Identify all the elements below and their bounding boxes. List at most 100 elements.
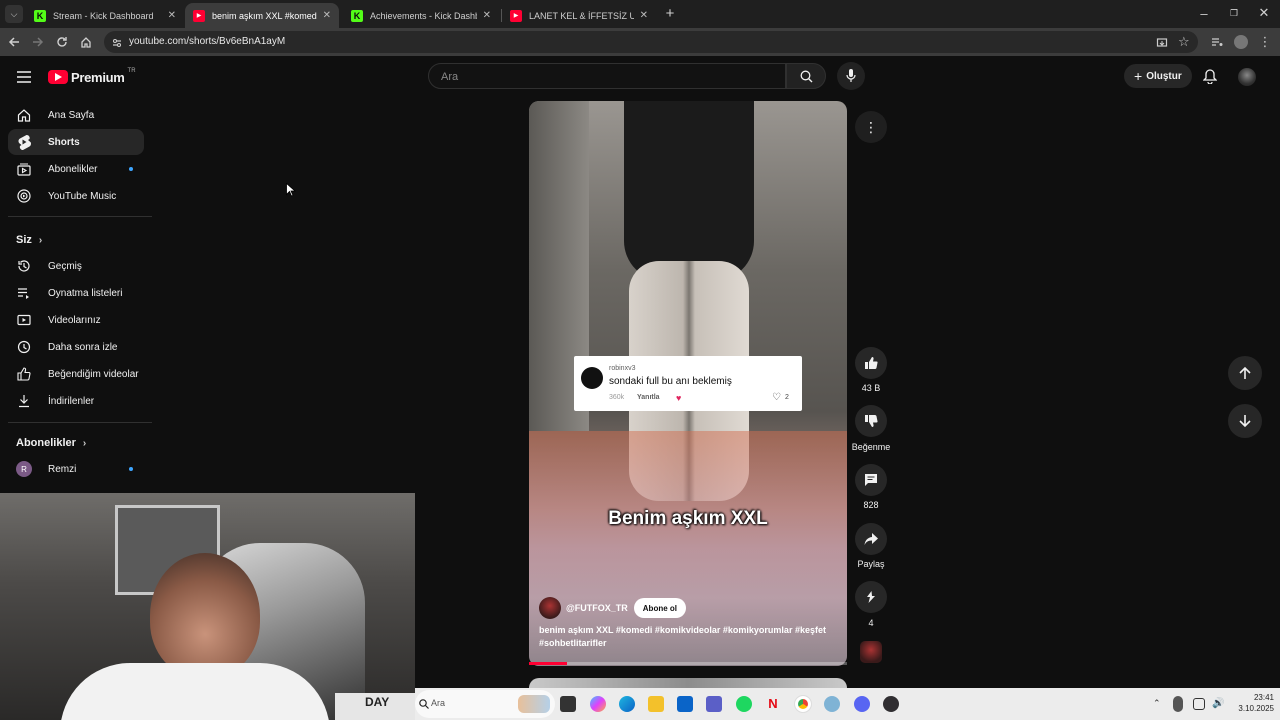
channel-avatar[interactable] [539, 597, 561, 619]
sidebar-item-shorts[interactable]: Shorts [8, 129, 144, 155]
previous-short-button[interactable] [1228, 356, 1262, 390]
sound-avatar[interactable] [860, 641, 882, 663]
search-button[interactable] [786, 63, 826, 89]
tab-achievements-kick[interactable]: K Achievements - Kick Dashboard ✕ [343, 3, 499, 28]
discord-icon[interactable] [854, 696, 870, 712]
microphone-tray-icon[interactable] [1173, 696, 1183, 712]
sidebar-item-playlists[interactable]: Oynatma listeleri [8, 280, 144, 306]
remix-button[interactable] [855, 581, 887, 613]
create-button[interactable]: + Oluştur [1124, 64, 1192, 88]
teams-icon[interactable] [706, 696, 722, 712]
site-info-icon[interactable] [111, 36, 123, 48]
taskbar-clock[interactable]: 23:41 3.10.2025 [1230, 692, 1274, 714]
tab-list-icon[interactable]: ⌵ [5, 5, 23, 23]
tab-stream-kick[interactable]: K Stream - Kick Dashboard ✕ [26, 3, 184, 28]
taskbar-search-placeholder: Ara [431, 698, 446, 708]
sidebar-item-subscriptions[interactable]: Abonelikler [8, 156, 144, 182]
comments-button[interactable] [855, 464, 887, 496]
close-icon[interactable]: ✕ [640, 10, 648, 21]
close-icon[interactable]: ✕ [168, 10, 176, 21]
arrow-up-icon [1239, 366, 1251, 379]
more-options-button[interactable]: ⋮ [855, 111, 887, 143]
obs-icon[interactable] [883, 696, 899, 712]
tab-youtube-video[interactable]: ▶ LANET KEL & İFFETSİZ UMUT - ✕ [502, 3, 656, 28]
browser-menu-icon[interactable]: ⋮ [1257, 34, 1273, 50]
new-content-dot [129, 467, 133, 471]
sidebar-section-you[interactable]: Siz › [16, 234, 42, 246]
restore-icon[interactable]: ❐ [1226, 5, 1242, 21]
search-input[interactable] [441, 69, 771, 84]
sidebar-item-liked-videos[interactable]: Beğendiğim videolar [8, 361, 144, 387]
back-arrow-icon[interactable] [6, 34, 22, 50]
comment-time: 360k [609, 394, 625, 401]
sidebar-item-watch-later[interactable]: Daha sonra izle [8, 334, 144, 360]
profile-avatar-icon[interactable] [1233, 34, 1249, 50]
app-icon[interactable] [824, 696, 840, 712]
tab-label: LANET KEL & İFFETSİZ UMUT - [529, 10, 634, 21]
tab-youtube-short[interactable]: ▶ benim aşkım XXL #komedi #kom ✕ [185, 3, 339, 28]
sidebar-item-downloads[interactable]: İndirilenler [8, 388, 144, 414]
creator-heart-icon: ♥ [676, 393, 682, 403]
account-avatar[interactable] [1238, 68, 1256, 86]
home-icon[interactable] [78, 34, 94, 50]
sidebar: Ana Sayfa Shorts Abonelikler YouTube Mus… [0, 98, 160, 494]
comment-count: 828 [863, 500, 879, 510]
sidebar-section-subscriptions[interactable]: Abonelikler › [16, 437, 86, 449]
liked-videos-icon [16, 366, 32, 382]
volume-icon[interactable]: 🔊 [1212, 698, 1224, 710]
outlook-icon[interactable] [677, 696, 693, 712]
voice-search-button[interactable] [837, 62, 865, 90]
kick-icon: K [34, 9, 46, 22]
sidebar-item-history[interactable]: Geçmiş [8, 253, 144, 279]
window-close-icon[interactable]: ✕ [1256, 5, 1272, 21]
tab-label: Stream - Kick Dashboard [53, 10, 154, 21]
remix-icon [867, 591, 875, 603]
close-icon[interactable]: ✕ [483, 10, 491, 21]
copilot-icon[interactable] [590, 696, 606, 712]
spotify-icon[interactable] [736, 696, 752, 712]
sidebar-item-your-videos[interactable]: Videolarınız [8, 307, 144, 333]
edge-icon[interactable] [619, 696, 635, 712]
task-view-icon[interactable] [560, 696, 576, 712]
subscribe-button[interactable]: Abone ol [633, 598, 686, 618]
your-videos-icon [16, 312, 32, 328]
share-button[interactable] [855, 523, 887, 555]
bookmark-star-icon[interactable]: ☆ [1178, 34, 1190, 50]
taskbar-search[interactable]: Ara [415, 690, 555, 718]
windows-taskbar: Ara N ⌃ 🔊 [415, 688, 1280, 720]
netflix-icon[interactable]: N [765, 696, 781, 712]
chrome-icon[interactable] [794, 695, 812, 713]
dislike-button[interactable] [855, 405, 887, 437]
history-icon [16, 258, 32, 274]
channel-handle[interactable]: @FUTFOX_TR [566, 603, 628, 613]
address-bar[interactable]: youtube.com/shorts/Bv6eBnA1ayM ☆ [104, 31, 1198, 53]
notifications-bell-icon[interactable] [1202, 69, 1218, 85]
new-tab-plus-icon[interactable]: + [662, 5, 678, 22]
like-button[interactable] [855, 347, 887, 379]
sidebar-item-home[interactable]: Ana Sayfa [8, 102, 144, 128]
reload-icon[interactable] [54, 34, 70, 50]
video-progress-bar[interactable] [529, 662, 847, 665]
watch-later-icon [16, 339, 32, 355]
next-short-button[interactable] [1228, 404, 1262, 438]
minimize-icon[interactable]: – [1196, 5, 1212, 21]
install-app-icon[interactable] [1156, 36, 1168, 48]
section-heading: Abonelikler [16, 437, 76, 449]
next-short-preview[interactable] [529, 678, 847, 688]
sidebar-item-label: Oynatma listeleri [48, 287, 123, 299]
clock-time: 23:41 [1253, 693, 1274, 702]
network-icon[interactable] [1193, 698, 1205, 710]
sidebar-item-channel-remzi[interactable]: R Remzi [8, 456, 144, 482]
media-controls-icon[interactable] [1209, 34, 1225, 50]
file-explorer-icon[interactable] [648, 696, 664, 712]
youtube-logo[interactable]: Premium TR [48, 68, 136, 85]
sidebar-item-youtube-music[interactable]: YouTube Music [8, 183, 144, 209]
forward-arrow-icon[interactable] [30, 34, 46, 50]
sidebar-divider [8, 216, 152, 217]
close-icon[interactable]: ✕ [323, 10, 331, 21]
hamburger-menu-icon[interactable] [17, 70, 31, 83]
video-caption-overlay: Benim aşkım XXL [608, 508, 768, 529]
video-title[interactable]: benim aşkım XXL #komedi #komikvideolar #… [539, 624, 839, 650]
system-tray-overflow-icon[interactable]: ⌃ [1153, 698, 1163, 708]
section-heading: Siz [16, 234, 32, 246]
